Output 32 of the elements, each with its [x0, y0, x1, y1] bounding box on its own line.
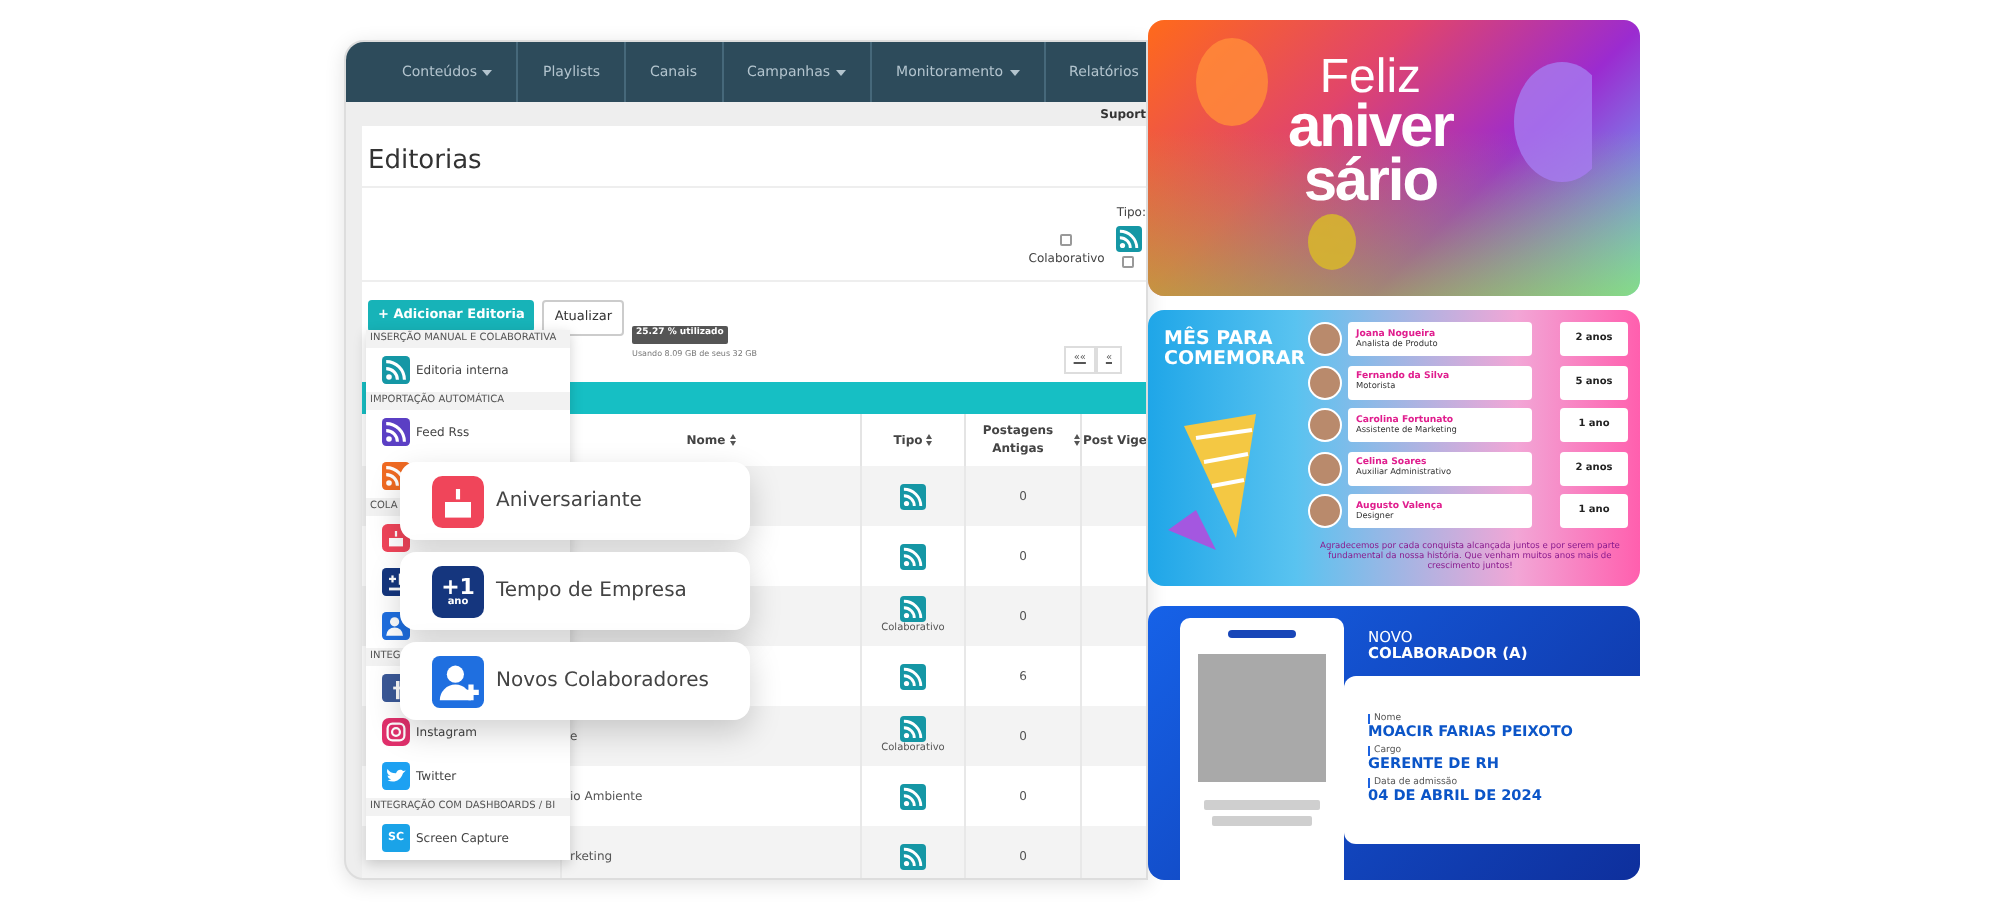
checkbox[interactable] [1122, 256, 1135, 268]
avatar [1308, 451, 1342, 486]
avatar [1308, 408, 1342, 443]
rss-icon [900, 483, 926, 509]
greeting-text: Feliz [1319, 56, 1422, 100]
avatar [1308, 494, 1342, 529]
photo-placeholder [1198, 654, 1326, 782]
icon-text: +1 [441, 575, 475, 597]
rss-icon [900, 595, 926, 622]
sort-icon[interactable] [729, 434, 736, 446]
sort-icon[interactable] [926, 434, 933, 446]
feature-label: Tempo de Empresa [496, 578, 687, 606]
feature-label: Novos Colaboradores [496, 668, 709, 696]
page-title: Editorias [362, 126, 1146, 188]
rss-icon [900, 715, 926, 742]
greeting-text: aniver [1288, 99, 1453, 154]
sort-icon[interactable] [1074, 434, 1080, 446]
avatar [1308, 322, 1342, 357]
rss-icon [900, 663, 926, 689]
checkbox[interactable] [1060, 234, 1073, 246]
text-placeholder-bar [1212, 816, 1312, 826]
person-add-icon [432, 655, 484, 707]
rss-icon [900, 783, 926, 809]
text-placeholder-bar [1204, 800, 1320, 810]
cake-icon [432, 475, 484, 527]
avatar [1308, 365, 1342, 400]
badge-slot [1228, 630, 1296, 638]
banner-title: MÊS PARA [1164, 330, 1275, 350]
greeting-text: sário [1303, 153, 1438, 208]
rss-icon [900, 543, 926, 569]
banner-title: COMEMORAR [1164, 349, 1308, 370]
rss-icon [900, 843, 926, 869]
